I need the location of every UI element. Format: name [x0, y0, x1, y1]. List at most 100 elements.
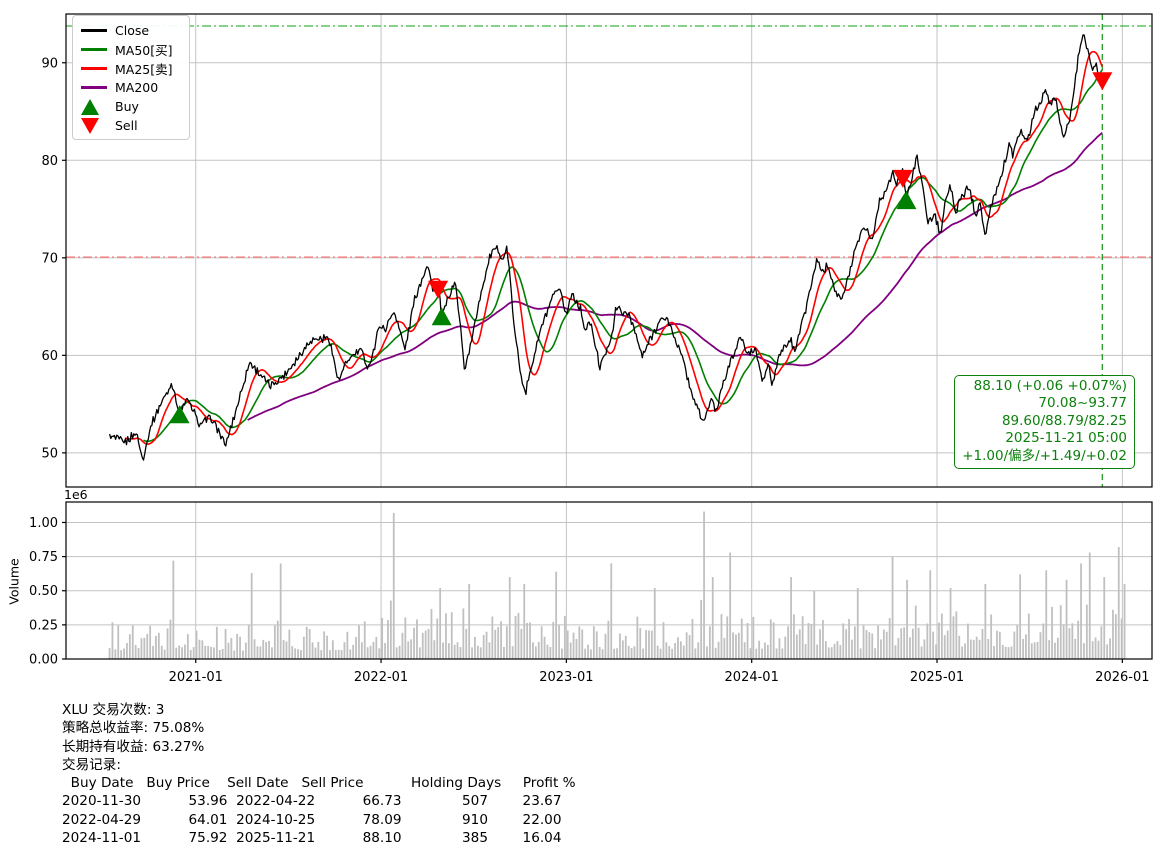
volume-bar: [360, 642, 363, 659]
volume-bar: [244, 642, 247, 659]
volume-bar: [935, 644, 937, 659]
trade-markers-layer: [169, 72, 1113, 424]
sell-triangle-icon: [81, 117, 99, 134]
volume-bar: [329, 650, 331, 659]
volume-bar: [389, 600, 392, 659]
volume-bar: [563, 615, 566, 659]
volume-ytick-label: 0.75: [29, 550, 58, 565]
volume-bar: [1042, 623, 1045, 659]
volume-bar: [395, 647, 398, 659]
volume-bar: [1088, 552, 1091, 659]
volume-bar: [387, 620, 389, 659]
volume-bar: [416, 619, 418, 659]
volume-bar: [648, 630, 650, 659]
volume-bar: [218, 650, 221, 659]
volume-bar: [880, 639, 882, 659]
volume-bar: [764, 642, 766, 659]
legend-item-buy: Buy: [81, 97, 181, 116]
volume-bar: [372, 641, 375, 659]
volume-bar: [343, 642, 346, 659]
volume-bar: [288, 629, 291, 659]
volume-bar: [1117, 547, 1120, 659]
volume-bar: [827, 647, 830, 659]
volume-bar: [909, 637, 911, 659]
volume-bar: [552, 621, 555, 659]
volume-bar: [181, 647, 183, 659]
volume-bar: [592, 626, 595, 659]
annotation-datetime-line: 2025-11-21 05:00: [1005, 430, 1127, 447]
volume-bar: [732, 632, 734, 659]
volume-bar: [752, 616, 755, 659]
volume-bar: [503, 646, 505, 659]
volume-bar: [375, 636, 378, 659]
volume-bar: [227, 642, 230, 659]
volume-bar: [619, 633, 621, 659]
volume-bar: [865, 629, 868, 659]
volume-bar: [685, 632, 688, 659]
date-xtick-label: 2025-01: [910, 670, 964, 685]
volume-bar: [1080, 563, 1082, 659]
volume-bar: [337, 649, 340, 659]
volume-bar: [1083, 643, 1085, 659]
ma25-line-swatch: [81, 67, 107, 70]
volume-bar: [569, 642, 572, 659]
volume-bar: [848, 618, 850, 659]
volume-bar: [323, 631, 326, 659]
trades-table-row: 2024-11-01 75.92 2025-11-21 88.10 385 16…: [62, 830, 562, 847]
volume-bar: [743, 642, 746, 659]
volume-bar: [355, 636, 357, 659]
volume-bar: [697, 642, 700, 659]
volume-bar: [874, 648, 877, 659]
quote-annotation: 88.10 (+0.06 +0.07%) 70.08~93.77 89.60/8…: [954, 375, 1135, 470]
volume-bar: [987, 639, 990, 659]
volume-bar: [578, 626, 581, 659]
volume-bar: [456, 642, 459, 659]
volume-bar: [543, 636, 546, 659]
volume-bar: [1100, 626, 1103, 659]
volume-bar: [311, 642, 314, 659]
volume-bar: [300, 650, 302, 659]
volume-bar: [1068, 628, 1071, 659]
legend-label: Close: [115, 23, 150, 38]
volume-bar: [711, 577, 714, 659]
volume-bar: [186, 634, 189, 659]
volume-bar: [575, 638, 578, 659]
volume-bar: [911, 628, 914, 659]
volume-bar: [787, 626, 790, 659]
volume-bar: [305, 626, 308, 659]
volume-bar: [555, 571, 558, 659]
volume-bar: [445, 613, 447, 659]
volume-bar: [1045, 570, 1048, 659]
volume-bar: [488, 642, 491, 659]
volume-bar: [1123, 583, 1126, 659]
volume-bar: [317, 641, 320, 659]
volume-bar: [694, 648, 697, 659]
volume-bar: [961, 646, 964, 659]
volume-bar: [433, 640, 436, 659]
volume-bar: [601, 649, 604, 659]
volume-bar: [595, 631, 598, 659]
volume-bar: [645, 630, 647, 659]
volume-bar: [917, 627, 920, 659]
volume-bar: [1030, 643, 1033, 659]
volume-bar: [479, 647, 482, 659]
volume-bar: [729, 552, 732, 659]
volume-bar: [993, 645, 995, 659]
date-xtick-label: 2023-01: [539, 670, 593, 685]
volume-bar: [366, 647, 369, 659]
volume-bar: [572, 632, 575, 659]
volume-bar: [639, 628, 642, 659]
volume-bar: [653, 588, 656, 659]
volume-bar: [320, 650, 323, 659]
volume-bar: [210, 646, 212, 659]
volume-bar: [256, 646, 259, 659]
volume-bar: [1007, 647, 1010, 659]
volume-bar: [990, 614, 993, 659]
volume-bar: [833, 643, 836, 659]
volume-bar: [839, 645, 842, 659]
volume-bar: [790, 577, 792, 659]
volume-bar: [888, 618, 891, 659]
volume-bar: [679, 641, 682, 659]
volume-bar: [140, 638, 143, 659]
volume-bar: [213, 647, 215, 659]
